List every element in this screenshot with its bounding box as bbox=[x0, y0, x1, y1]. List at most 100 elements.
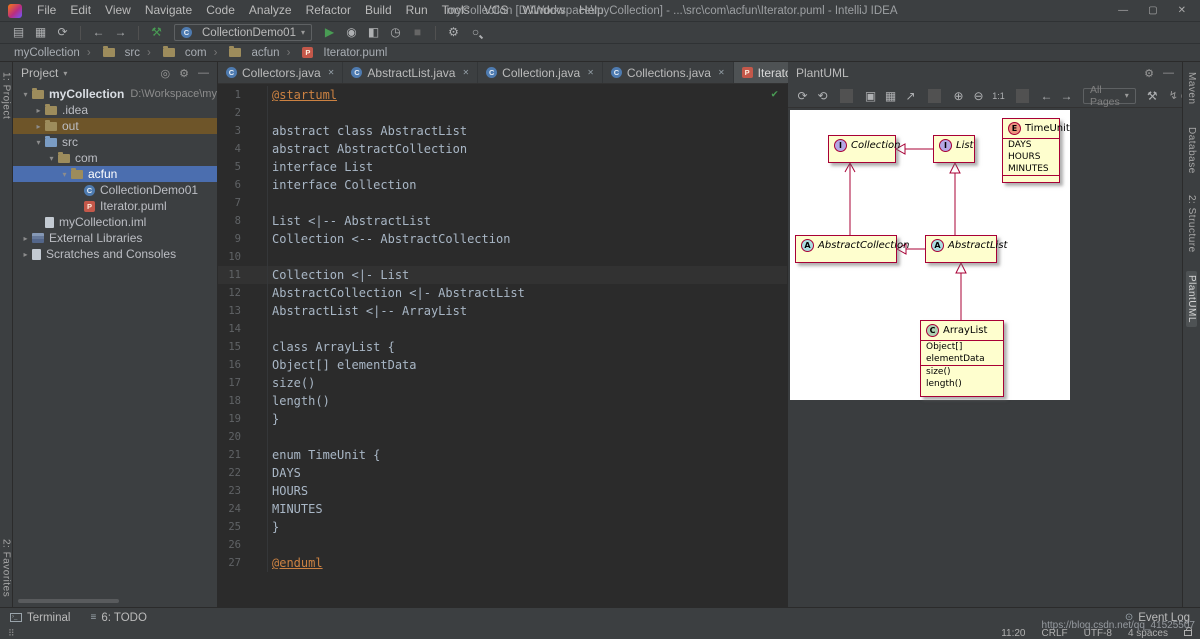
code-line[interactable]: 10 bbox=[218, 248, 787, 266]
separator[interactable] bbox=[434, 25, 436, 40]
code-line[interactable]: 27 @enduml bbox=[218, 554, 787, 572]
uml-diagram-canvas[interactable]: I Collection I List E TimeUnit DAYS HOURS M… bbox=[790, 110, 1070, 400]
tool-window-button[interactable]: PlantUML bbox=[1186, 271, 1197, 327]
breadcrumb-item[interactable]: acfun bbox=[207, 46, 280, 59]
code-line[interactable]: 21 enum TimeUnit { bbox=[218, 446, 787, 464]
menu-item[interactable]: Code bbox=[199, 0, 242, 21]
code-line[interactable]: 19 } bbox=[218, 410, 787, 428]
expand-arrow-icon[interactable]: ▸ bbox=[32, 106, 45, 115]
expand-arrow-icon[interactable]: ▾ bbox=[58, 170, 71, 179]
scrollbar-thumb[interactable] bbox=[18, 599, 119, 603]
code-line[interactable]: 8 List <|-- AbstractList bbox=[218, 212, 787, 230]
search-icon[interactable]: ○ bbox=[467, 24, 484, 41]
code-line[interactable]: 7 bbox=[218, 194, 787, 212]
tree-row[interactable]: myCollection.iml bbox=[13, 214, 217, 230]
expand-arrow-icon[interactable]: ▾ bbox=[32, 138, 45, 147]
code-line[interactable]: 25 } bbox=[218, 518, 787, 536]
refresh-icon[interactable]: ⟳ bbox=[796, 89, 809, 103]
code-line[interactable]: 18 length() bbox=[218, 392, 787, 410]
code-line[interactable]: 20 bbox=[218, 428, 787, 446]
close-icon[interactable] bbox=[718, 68, 725, 77]
tree-row[interactable]: ▸ Scratches and Consoles bbox=[13, 246, 217, 262]
tool-window-button[interactable]: Database bbox=[1186, 123, 1197, 178]
code-line[interactable]: 13 AbstractList <|-- ArrayList bbox=[218, 302, 787, 320]
tool-window-button-project[interactable]: 1: Project bbox=[1, 68, 12, 123]
prev-page-icon[interactable]: ← bbox=[1040, 89, 1053, 103]
separator[interactable] bbox=[138, 25, 139, 40]
code-line[interactable]: 26 bbox=[218, 536, 787, 554]
tree-row[interactable]: ▾ src bbox=[13, 134, 217, 150]
tool-window-button-terminal[interactable]: ›_ Terminal bbox=[10, 612, 70, 624]
editor-tab[interactable]: Collection.java bbox=[478, 62, 603, 83]
breadcrumb-item[interactable]: src bbox=[80, 46, 140, 59]
reload-icon[interactable]: ⟲ bbox=[816, 89, 829, 103]
gear-icon[interactable]: ⚙ bbox=[1144, 67, 1154, 80]
actual-size-icon[interactable]: 1:1 bbox=[992, 91, 1005, 101]
close-icon[interactable] bbox=[462, 68, 469, 77]
stop-icon[interactable]: ■ bbox=[409, 24, 426, 41]
breadcrumb-item[interactable]: myCollection bbox=[14, 47, 80, 59]
menu-item[interactable]: View bbox=[98, 0, 138, 21]
expand-arrow-icon[interactable]: ▸ bbox=[32, 122, 45, 131]
hide-panel-icon[interactable]: — bbox=[198, 67, 209, 80]
code-line[interactable]: 6 interface Collection bbox=[218, 176, 787, 194]
editor-tab[interactable]: Collections.java bbox=[603, 62, 734, 83]
tree-row[interactable]: ▾ acfun bbox=[13, 166, 217, 182]
code-line[interactable]: 22 DAYS bbox=[218, 464, 787, 482]
zoom-out-icon[interactable]: ⊖ bbox=[972, 89, 985, 103]
tool-window-button[interactable]: 2: Structure bbox=[1186, 191, 1197, 257]
menu-item[interactable]: Edit bbox=[63, 0, 98, 21]
code-line[interactable]: 24 MINUTES bbox=[218, 500, 787, 518]
debug-icon[interactable]: ◉ bbox=[343, 24, 360, 41]
tree-row[interactable]: ▸ .idea bbox=[13, 102, 217, 118]
copy-diagram-icon[interactable]: ▣ bbox=[864, 89, 877, 103]
code-line[interactable]: 5 interface List bbox=[218, 158, 787, 176]
expand-arrow-icon[interactable]: ▸ bbox=[19, 250, 32, 259]
run-icon[interactable]: ▶ bbox=[321, 24, 338, 41]
tool-window-button-todo[interactable]: ≡ 6: TODO bbox=[90, 612, 146, 624]
editor-tab[interactable]: AbstractList.java bbox=[343, 62, 479, 83]
code-line[interactable]: 12 AbstractCollection <|- AbstractList bbox=[218, 284, 787, 302]
maximize-icon[interactable]: ▢ bbox=[1148, 5, 1157, 16]
code-line[interactable]: 1 @startuml bbox=[218, 86, 787, 104]
editor-tab[interactable]: Collectors.java bbox=[218, 62, 344, 83]
hide-panel-icon[interactable]: — bbox=[1163, 67, 1174, 80]
inspection-ok-icon[interactable]: ✔ bbox=[771, 87, 778, 100]
code-line[interactable]: 3 abstract class AbstractList bbox=[218, 122, 787, 140]
code-line[interactable]: 23 HOURS bbox=[218, 482, 787, 500]
tree-row[interactable]: ▸ External Libraries bbox=[13, 230, 217, 246]
code-line[interactable]: 15 class ArrayList { bbox=[218, 338, 787, 356]
separator[interactable] bbox=[80, 25, 81, 40]
expand-arrow-icon[interactable]: ▾ bbox=[45, 154, 58, 163]
chevron-down-icon[interactable]: ▾ bbox=[63, 69, 67, 78]
zoom-in-icon[interactable]: ⊕ bbox=[952, 89, 965, 103]
horizontal-scrollbar[interactable] bbox=[18, 599, 212, 603]
breadcrumb-item[interactable]: com bbox=[140, 46, 207, 59]
code-line[interactable]: 2 bbox=[218, 104, 787, 122]
tree-row[interactable]: ▾ com bbox=[13, 150, 217, 166]
menu-item[interactable]: Refactor bbox=[299, 0, 358, 21]
code-line[interactable]: 4 abstract AbstractCollection bbox=[218, 140, 787, 158]
save-all-icon[interactable]: ▦ bbox=[32, 24, 49, 41]
coverage-icon[interactable]: ◧ bbox=[365, 24, 382, 41]
settings-icon[interactable]: ⚙ bbox=[445, 24, 462, 41]
code-editor[interactable]: ✔ 1 @startuml 2 3 abstract class Abstrac… bbox=[218, 84, 787, 607]
save-diagram-icon[interactable]: ▦ bbox=[884, 89, 897, 103]
gear-icon[interactable]: ⚙ bbox=[179, 67, 189, 80]
code-line[interactable]: 14 bbox=[218, 320, 787, 338]
tree-row[interactable]: ▾ myCollection D:\Workspace\myColle bbox=[13, 86, 217, 102]
close-icon[interactable] bbox=[328, 68, 335, 77]
profiler-icon[interactable]: ◷ bbox=[387, 24, 404, 41]
forward-icon[interactable]: → bbox=[112, 24, 129, 41]
expand-arrow-icon[interactable]: ▸ bbox=[19, 234, 32, 243]
close-icon[interactable] bbox=[587, 68, 594, 77]
menu-item[interactable]: Navigate bbox=[138, 0, 199, 21]
back-icon[interactable]: ← bbox=[90, 24, 107, 41]
expand-arrow-icon[interactable]: ▾ bbox=[19, 90, 32, 99]
breadcrumb-item[interactable]: Iterator.puml bbox=[280, 47, 387, 59]
open-icon[interactable]: ▤ bbox=[10, 24, 27, 41]
separator[interactable] bbox=[840, 88, 853, 103]
menu-item[interactable]: Run bbox=[399, 0, 435, 21]
separator[interactable] bbox=[1016, 88, 1029, 103]
build-icon[interactable]: ⚒ bbox=[148, 24, 165, 41]
